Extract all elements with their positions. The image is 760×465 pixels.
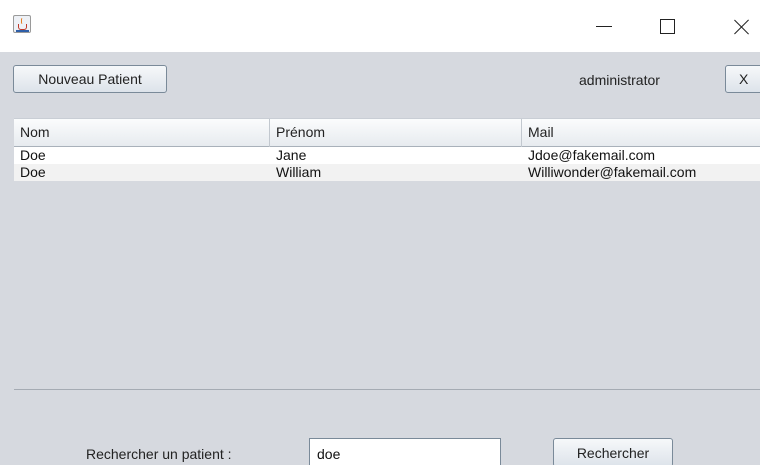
close-icon[interactable] bbox=[722, 10, 760, 40]
table-header: Nom Prénom Mail bbox=[14, 118, 760, 147]
title-bar bbox=[0, 0, 760, 52]
patients-table: Nom Prénom Mail Doe Jane Jdoe@fakemail.c… bbox=[14, 118, 760, 390]
current-user-label: administrator bbox=[579, 72, 660, 88]
cell-prenom: William bbox=[276, 164, 322, 180]
table-row[interactable]: Doe Jane Jdoe@fakemail.com bbox=[14, 147, 760, 164]
cell-nom: Doe bbox=[20, 164, 46, 180]
cell-nom: Doe bbox=[20, 147, 46, 163]
logout-button[interactable]: X bbox=[725, 65, 760, 93]
search-label: Rechercher un patient : bbox=[86, 446, 232, 462]
table-body: Doe Jane Jdoe@fakemail.com Doe William W… bbox=[14, 147, 760, 181]
column-header-prenom[interactable]: Prénom bbox=[270, 119, 522, 147]
cell-mail: Jdoe@fakemail.com bbox=[528, 147, 656, 163]
java-saucer-shape bbox=[16, 30, 29, 32]
cell-prenom: Jane bbox=[276, 147, 307, 163]
maximize-icon[interactable] bbox=[648, 10, 688, 40]
java-cup-icon bbox=[13, 15, 31, 33]
divider bbox=[14, 389, 760, 390]
search-button[interactable]: Rechercher bbox=[553, 438, 673, 465]
minimize-icon[interactable] bbox=[582, 10, 622, 40]
new-patient-button[interactable]: Nouveau Patient bbox=[13, 65, 167, 93]
column-header-mail[interactable]: Mail bbox=[522, 119, 760, 147]
main-panel: Nouveau Patient administrator X Nom Prén… bbox=[0, 52, 760, 465]
cell-mail: Williwonder@fakemail.com bbox=[528, 164, 697, 180]
table-row[interactable]: Doe William Williwonder@fakemail.com bbox=[14, 164, 760, 181]
search-input[interactable] bbox=[309, 438, 501, 465]
column-header-nom[interactable]: Nom bbox=[14, 119, 270, 147]
